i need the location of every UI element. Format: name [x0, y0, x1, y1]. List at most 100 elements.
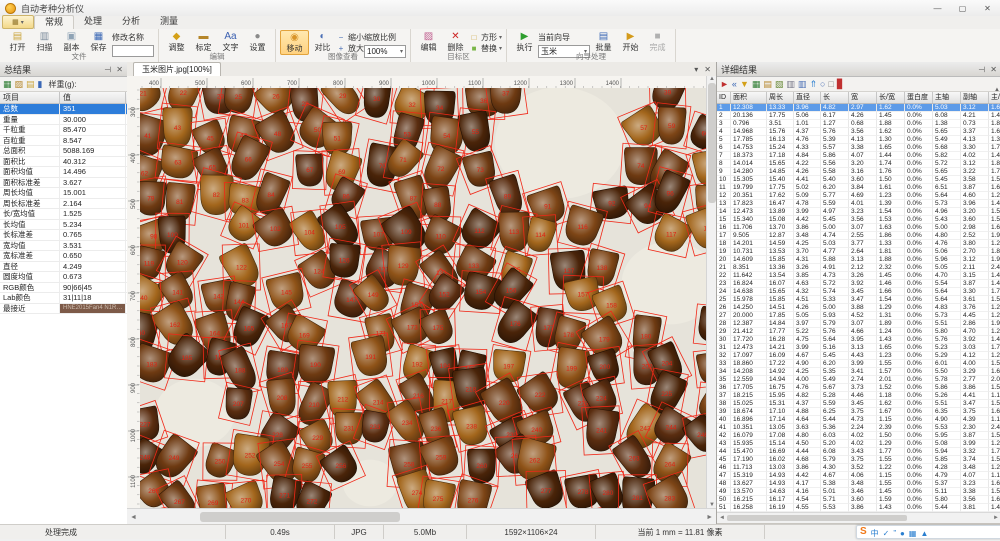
summary-row[interactable]: 面积比40.312: [0, 157, 127, 168]
summary-row[interactable]: 面积标准差3.627: [0, 178, 127, 189]
excel-icon[interactable]: ▦: [3, 80, 12, 89]
detail-row[interactable]: 30.7963.511.011.270.681.880.0%1.380.731.…: [717, 120, 1000, 128]
detail-row[interactable]: 718.37317.184.845.864.071.440.0%5.824.02…: [717, 152, 1000, 160]
detail-row[interactable]: 2614.25014.514.265.003.881.290.0%4.833.7…: [717, 304, 1000, 312]
summary-row[interactable]: 长均值5.234: [0, 220, 127, 231]
detail-row[interactable]: 2316.82416.074.635.723.921.460.0%5.543.8…: [717, 280, 1000, 288]
detail-row[interactable]: 5016.21516.174.545.713.601.590.0%5.803.5…: [717, 496, 1000, 504]
detail-row[interactable]: 3918.67417.104.886.253.751.670.0%6.353.7…: [717, 408, 1000, 416]
ime-tool-icon[interactable]: 中: [871, 529, 879, 538]
pin-icon[interactable]: ⊤: [977, 66, 986, 73]
detail-row[interactable]: 4913.57014.634.165.013.461.450.0%5.113.3…: [717, 488, 1000, 496]
sheet-plus-icon[interactable]: ▧: [775, 80, 784, 89]
detail-row[interactable]: 2414.63815.654.325.743.451.660.0%5.643.3…: [717, 288, 1000, 296]
detail-row[interactable]: 1119.79917.755.026.203.841.610.0%6.513.8…: [717, 184, 1000, 192]
detail-col-header[interactable]: 长: [821, 92, 849, 103]
detail-row[interactable]: 1814.20114.594.255.033.771.330.0%4.763.8…: [717, 240, 1000, 248]
hscroll-thumb[interactable]: [200, 512, 400, 522]
detail-row[interactable]: 4715.31914.934.424.674.061.150.0%4.794.0…: [717, 472, 1000, 480]
detail-col-header[interactable]: 宽: [849, 92, 877, 103]
summary-col-value[interactable]: 值: [60, 92, 126, 103]
detail-row[interactable]: 2014.60915.854.315.883.131.880.0%5.963.1…: [717, 256, 1000, 264]
summary-row[interactable]: 长标准差0.765: [0, 230, 127, 241]
detail-col-header[interactable]: 周长: [767, 92, 794, 103]
打开-button[interactable]: ▤打开: [4, 30, 31, 53]
ime-tool-icon[interactable]: ✓: [883, 529, 890, 538]
edit-icon[interactable]: ▨: [15, 80, 24, 89]
printer-icon[interactable]: ▥: [786, 80, 795, 89]
ime-tool-icon[interactable]: ▲: [920, 529, 928, 538]
detail-row[interactable]: 3617.70516.754.765.673.731.520.0%5.863.8…: [717, 384, 1000, 392]
detail-row[interactable]: 4415.47016.694.446.083.431.770.0%5.943.3…: [717, 448, 1000, 456]
detail-row[interactable]: 3414.20814.924.255.353.411.570.0%5.503.2…: [717, 368, 1000, 376]
编辑-button[interactable]: ▨编辑: [415, 30, 442, 53]
detail-row[interactable]: 3217.09716.094.675.454.431.230.0%5.294.1…: [717, 352, 1000, 360]
summary-row[interactable]: 重量30.000: [0, 115, 127, 126]
scroll-left-icon[interactable]: ◄: [719, 515, 725, 521]
detail-row[interactable]: 112.30813.333.964.822.971.620.0%5.033.12…: [717, 104, 1000, 112]
summary-row[interactable]: 长/宽均值1.525: [0, 209, 127, 220]
标定-button[interactable]: ▬标定: [190, 30, 217, 53]
保存-button[interactable]: ▦保存: [85, 30, 112, 53]
detail-row[interactable]: 3112.47314.213.995.163.131.650.0%5.233.0…: [717, 344, 1000, 352]
scroll-right-icon[interactable]: ►: [993, 515, 999, 521]
缩小-button[interactable]: −缩小: [336, 32, 364, 42]
detail-col-header[interactable]: 蛋白度: [905, 92, 933, 103]
undo-icon[interactable]: «: [732, 80, 737, 89]
book-icon[interactable]: ▮: [38, 80, 43, 89]
summary-row[interactable]: 直径4.249: [0, 262, 127, 273]
maximize-button[interactable]: ▢: [950, 0, 975, 16]
summary-row[interactable]: 圆度均值0.673: [0, 272, 127, 283]
close-icon[interactable]: ✕: [116, 65, 123, 74]
detail-col-header[interactable]: 副轴: [961, 92, 989, 103]
detail-row[interactable]: 4315.93515.144.505.204.021.290.0%5.083.9…: [717, 440, 1000, 448]
detail-row[interactable]: 220.13617.755.066.174.261.450.0%6.084.21…: [717, 112, 1000, 120]
vscroll-thumb[interactable]: [708, 83, 716, 203]
完成-button[interactable]: ■完成: [644, 30, 671, 53]
summary-row[interactable]: 百粒重8.547: [0, 136, 127, 147]
detail-row[interactable]: 4110.35113.053.635.362.242.390.0%5.532.3…: [717, 424, 1000, 432]
detail-col-header[interactable]: ID: [717, 92, 731, 103]
ime-tool-icon[interactable]: ”: [893, 529, 896, 538]
设置-button[interactable]: ●设置: [244, 30, 271, 53]
对比-button[interactable]: ◐对比: [309, 30, 336, 53]
detail-row[interactable]: 1220.35117.625.095.774.691.230.0%5.644.6…: [717, 192, 1000, 200]
ribbon-tab-2[interactable]: 处理: [74, 15, 112, 28]
detail-row[interactable]: 5116.25816.194.555.533.861.430.0%5.443.8…: [717, 504, 1000, 512]
window-icon[interactable]: □: [828, 80, 833, 89]
summary-row[interactable]: 千粒重85.470: [0, 125, 127, 136]
detail-row[interactable]: 1412.47313.893.994.973.231.540.0%4.963.2…: [717, 208, 1000, 216]
开始-button[interactable]: ▶开始: [617, 30, 644, 53]
summary-row[interactable]: 周长均值15.001: [0, 188, 127, 199]
扫描-button[interactable]: ▥扫描: [31, 30, 58, 53]
删除-button[interactable]: ✕删除: [442, 30, 469, 53]
detail-row[interactable]: 1515.34015.084.425.453.561.530.0%5.433.6…: [717, 216, 1000, 224]
副本-button[interactable]: ▣副本: [58, 30, 85, 53]
文字-button[interactable]: Aa文字: [217, 30, 244, 53]
image-document-tab[interactable]: 玉米图片.jpg[100%]: [133, 62, 221, 76]
detail-row[interactable]: 2515.97815.854.515.333.471.540.0%5.643.6…: [717, 296, 1000, 304]
summary-row[interactable]: 总面积5088.169: [0, 146, 127, 157]
调整-button[interactable]: ◆调整: [163, 30, 190, 53]
detail-row[interactable]: 2921.41217.775.225.764.661.240.0%5.804.7…: [717, 328, 1000, 336]
sheet-icon[interactable]: ▤: [26, 80, 35, 89]
upload-icon[interactable]: ⇑: [809, 80, 817, 89]
detail-row[interactable]: 914.28014.854.265.583.161.760.0%5.653.22…: [717, 168, 1000, 176]
ribbon-tab-3[interactable]: 分析: [112, 15, 150, 28]
summary-row[interactable]: 宽标准差0.650: [0, 251, 127, 262]
ime-toolbar[interactable]: S 中✓”●▦▲: [856, 525, 1000, 539]
scroll-up-icon[interactable]: ▲: [709, 76, 715, 82]
detail-row[interactable]: 1910.73113.533.704.772.641.810.0%5.062.7…: [717, 248, 1000, 256]
pin-icon[interactable]: ⊤: [103, 66, 112, 73]
sogou-logo-icon[interactable]: S: [860, 527, 867, 537]
magnifier-icon[interactable]: ○: [820, 80, 825, 89]
detail-row[interactable]: 414.96815.764.375.763.561.620.0%5.653.37…: [717, 128, 1000, 136]
detail-hscrollbar[interactable]: ◄ ►: [717, 512, 1000, 523]
ribbon-tab-4[interactable]: 测量: [150, 15, 188, 28]
chevron-down-icon[interactable]: ▾: [499, 34, 502, 41]
scroll-right-icon[interactable]: ►: [703, 514, 716, 521]
detail-row[interactable]: 3017.72016.284.755.643.951.430.0%5.763.9…: [717, 336, 1000, 344]
执行-button[interactable]: ▶执行: [511, 30, 538, 53]
detail-row[interactable]: 517.78516.134.765.394.131.300.0%5.494.13…: [717, 136, 1000, 144]
批量-button[interactable]: ▤批量: [590, 30, 617, 53]
